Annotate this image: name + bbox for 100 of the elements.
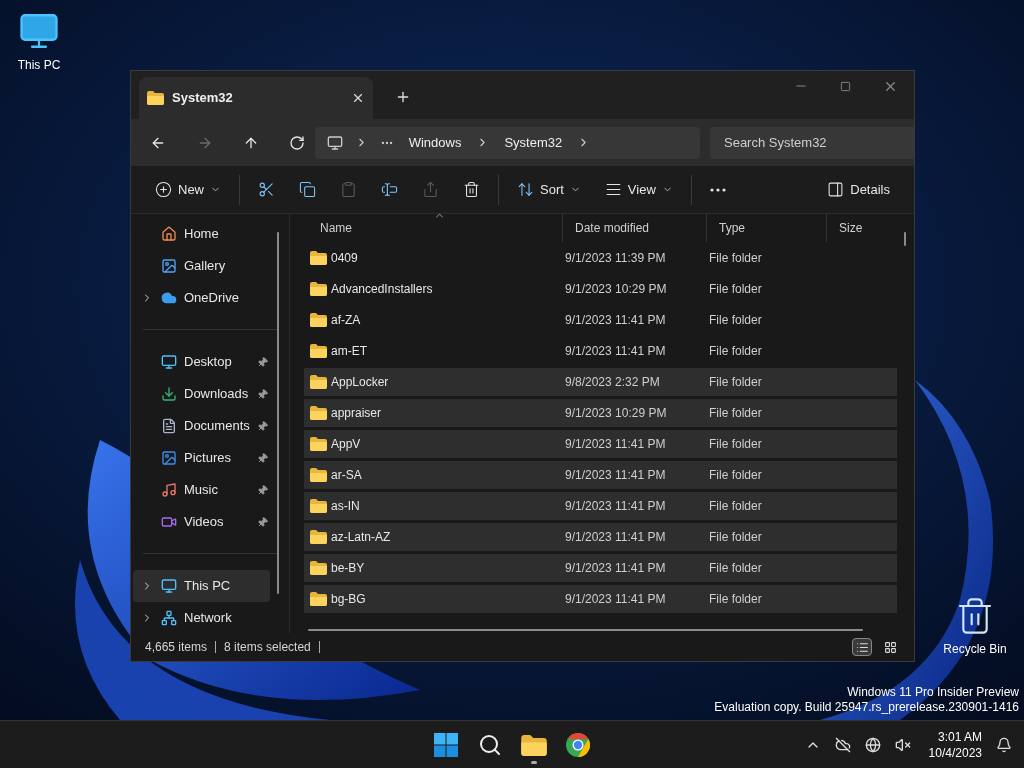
- file-row[interactable]: az-Latn-AZ 9/1/2023 11:41 PM File folder: [304, 523, 897, 551]
- copy-icon: [299, 181, 316, 198]
- desktop-icon[interactable]: This PC: [1, 10, 77, 74]
- sidebar-item[interactable]: Videos: [133, 506, 270, 538]
- cloud-icon: [161, 290, 177, 306]
- new-icon: [155, 181, 172, 198]
- type-cell-text: File folder: [708, 405, 763, 422]
- sidebar-item[interactable]: Gallery: [133, 250, 270, 282]
- delete-icon: [463, 181, 480, 198]
- folder-icon: [310, 592, 327, 606]
- file-name: am-ET: [331, 343, 367, 360]
- file-row[interactable]: bg-BG 9/1/2023 11:41 PM File folder: [304, 585, 897, 613]
- date-cell-text: 9/1/2023 11:41 PM: [564, 436, 667, 453]
- volume-muted-icon[interactable]: [894, 736, 911, 753]
- monitor-icon: [161, 354, 177, 370]
- date-cell-text: 9/1/2023 11:41 PM: [564, 343, 667, 360]
- scrollbar[interactable]: [308, 629, 863, 631]
- file-row[interactable]: ar-SA 9/1/2023 11:41 PM File folder: [304, 461, 897, 489]
- file-row[interactable]: be-BY 9/1/2023 11:41 PM File folder: [304, 554, 897, 582]
- folder-icon: [310, 561, 327, 575]
- date-cell-text: 9/1/2023 11:39 PM: [564, 250, 667, 267]
- sidebar-item[interactable]: Pictures: [133, 442, 270, 474]
- selection-count: 8 items selected: [224, 639, 311, 656]
- new-button[interactable]: New: [147, 172, 229, 207]
- column-header[interactable]: Type: [706, 214, 826, 242]
- rename-icon: [381, 181, 398, 198]
- type-cell-text: File folder: [708, 591, 763, 608]
- desktop-icon[interactable]: Recycle Bin: [937, 596, 1013, 658]
- watermark-text: Windows 11 Pro Insider Preview: [847, 685, 1019, 700]
- maximize-icon[interactable]: [840, 81, 851, 92]
- sidebar-item[interactable]: Documents: [133, 410, 270, 442]
- date-cell-text: 9/8/2023 2:32 PM: [564, 374, 661, 391]
- monitor-icon: [326, 134, 343, 151]
- file-name: appraiser: [331, 405, 382, 422]
- tab[interactable]: System32: [139, 77, 373, 119]
- notification-bell-icon[interactable]: [996, 736, 1012, 753]
- type-cell-text: File folder: [708, 281, 763, 298]
- file-row[interactable]: af-ZA 9/1/2023 11:41 PM File folder: [304, 306, 897, 334]
- document-icon: [161, 418, 177, 434]
- folder-icon: [147, 91, 164, 105]
- file-name: af-ZA: [331, 312, 361, 329]
- date-cell-text: 9/1/2023 11:41 PM: [564, 467, 667, 484]
- date-cell-text: 9/1/2023 11:41 PM: [564, 560, 667, 577]
- breadcrumb-item[interactable]: Windows: [405, 132, 465, 153]
- close-icon[interactable]: [883, 79, 898, 94]
- folder-icon: [310, 375, 327, 389]
- file-name: ar-SA: [331, 467, 362, 484]
- type-cell-text: File folder: [708, 374, 763, 391]
- breadcrumb-item[interactable]: System32: [501, 132, 566, 153]
- file-name: AppLocker: [331, 374, 389, 391]
- address-bar[interactable]: Windows System32: [314, 126, 700, 159]
- file-name: be-BY: [331, 560, 365, 577]
- details-view-button[interactable]: [852, 638, 872, 656]
- file-row[interactable]: AppLocker 9/8/2023 2:32 PM File folder: [304, 368, 897, 396]
- sidebar-item[interactable]: This PC: [133, 570, 270, 602]
- list-icon: [855, 640, 869, 654]
- file-row[interactable]: am-ET 9/1/2023 11:41 PM File folder: [304, 337, 897, 365]
- new-tab-icon[interactable]: [395, 89, 411, 105]
- details-button[interactable]: Details: [819, 172, 898, 207]
- sidebar-item[interactable]: Home: [133, 218, 270, 250]
- clock[interactable]: 3:01 AM 10/4/2023: [928, 728, 982, 761]
- close-tab-icon[interactable]: [351, 91, 365, 105]
- file-row[interactable]: 0409 9/1/2023 11:39 PM File folder: [304, 244, 897, 272]
- view-button[interactable]: View: [596, 172, 681, 207]
- sort-icon: [517, 181, 534, 198]
- item-count: 4,665 items: [145, 639, 208, 656]
- file-row[interactable]: AppV 9/1/2023 11:41 PM File folder: [304, 430, 897, 458]
- sort-button[interactable]: Sort: [509, 172, 589, 207]
- sidebar-item[interactable]: Desktop: [133, 346, 270, 378]
- share-icon: [422, 181, 439, 198]
- folder-icon: [521, 734, 547, 756]
- file-name: az-Latn-AZ: [331, 529, 391, 546]
- folder-icon: [310, 468, 327, 482]
- file-row[interactable]: as-IN 9/1/2023 11:41 PM File folder: [304, 492, 897, 520]
- date-cell-text: 9/1/2023 10:29 PM: [564, 281, 668, 298]
- search-field[interactable]: Search System32: [710, 126, 914, 159]
- network-icon: [161, 610, 177, 626]
- view-icon: [604, 181, 622, 198]
- column-header[interactable]: Name: [308, 214, 562, 242]
- details-icon: [827, 181, 845, 198]
- sidebar-item[interactable]: Music: [133, 474, 270, 506]
- column-header[interactable]: Date modified: [562, 214, 706, 242]
- scrollbar[interactable]: [904, 232, 906, 246]
- type-cell-text: File folder: [708, 312, 763, 329]
- scrollbar[interactable]: [277, 232, 279, 594]
- date-cell-text: 9/1/2023 11:41 PM: [564, 498, 667, 515]
- refresh-icon: [289, 134, 306, 151]
- date-cell-text: 9/1/2023 11:41 PM: [564, 312, 667, 329]
- sidebar-item[interactable]: Network: [133, 602, 270, 633]
- windows-logo-icon: [434, 733, 458, 757]
- file-row[interactable]: appraiser 9/1/2023 10:29 PM File folder: [304, 399, 897, 427]
- folder-icon: [310, 344, 327, 358]
- cloud-off-icon[interactable]: [834, 736, 851, 753]
- file-row[interactable]: AdvancedInstallers 9/1/2023 10:29 PM File folder: [304, 275, 897, 303]
- globe-icon[interactable]: [864, 736, 881, 753]
- sidebar-item[interactable]: Downloads: [133, 378, 270, 410]
- file-name: bg-BG: [331, 591, 366, 608]
- type-cell-text: File folder: [708, 343, 763, 360]
- sidebar-item[interactable]: OneDrive: [133, 282, 270, 314]
- folder-icon: [310, 282, 327, 296]
